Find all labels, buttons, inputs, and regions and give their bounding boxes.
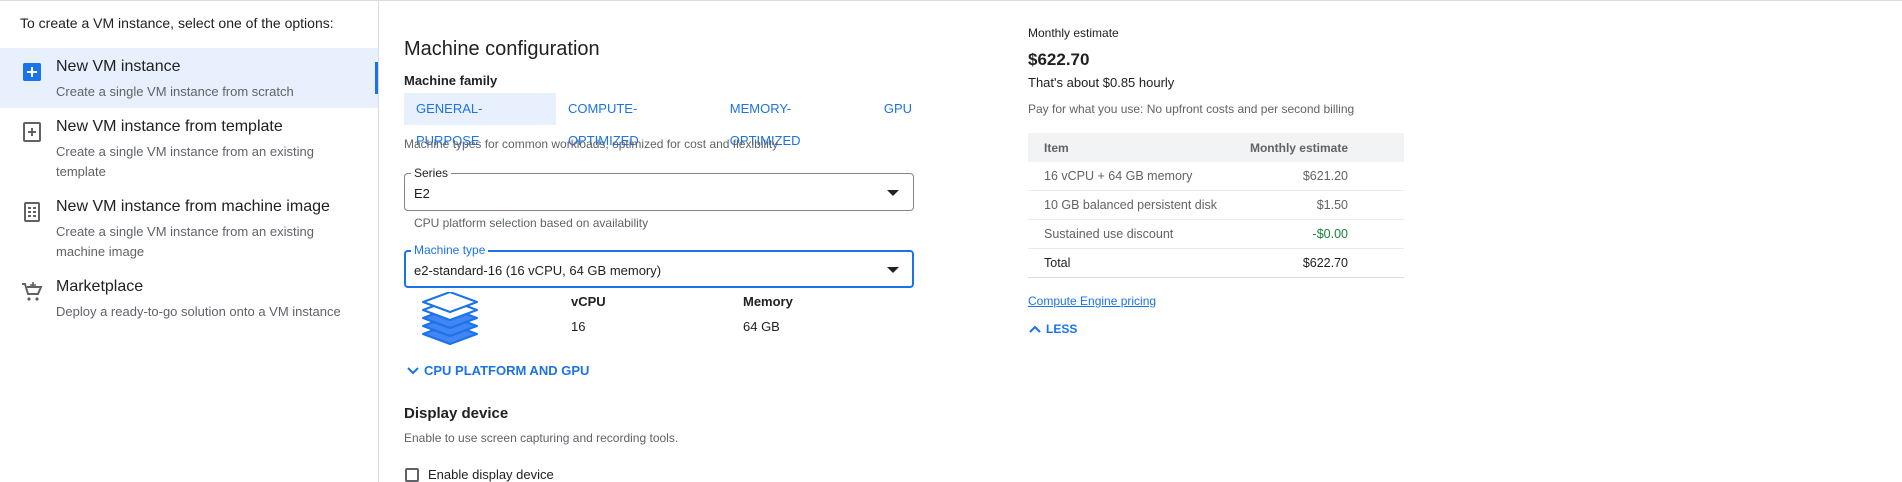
estimate-note: Pay for what you use: No upfront costs a… <box>1028 102 1355 116</box>
table-header-row: Item Monthly estimate <box>1028 133 1404 162</box>
vcpu-header: vCPU <box>571 294 606 309</box>
enable-display-checkbox[interactable] <box>405 468 419 482</box>
tab-general-purpose[interactable]: GENERAL-PURPOSE <box>404 93 556 148</box>
option-desc: Create a single VM instance from scratch <box>56 84 294 99</box>
machine-configuration-section: Machine configuration Machine family GEN… <box>404 0 924 482</box>
machine-type-value: e2-standard-16 (16 vCPU, 64 GB memory) <box>414 263 662 278</box>
series-select[interactable]: Series E2 <box>404 166 914 211</box>
machine-image-icon <box>24 202 40 222</box>
series-value: E2 <box>414 186 430 201</box>
option-title: Marketplace <box>56 278 144 295</box>
chevron-up-icon <box>1029 325 1041 333</box>
machine-stack-icon <box>422 292 478 345</box>
enable-display-label[interactable]: Enable display device <box>428 467 554 482</box>
vcpu-value: 16 <box>571 319 586 334</box>
monthly-estimate-panel: Monthly estimate $622.70 That's about $0… <box>1028 0 1404 482</box>
estimate-title: Monthly estimate <box>1028 26 1119 40</box>
estimate-price: $622.70 <box>1028 50 1090 69</box>
option-desc: Create a single VM instance from an exis… <box>56 144 314 179</box>
machine-type-select[interactable]: Machine type e2-standard-16 (16 vCPU, 64… <box>404 243 914 288</box>
option-marketplace[interactable]: Marketplace Deploy a ready-to-go solutio… <box>0 268 378 328</box>
machine-family-tabs: GENERAL-PURPOSE COMPUTE-OPTIMIZED MEMORY… <box>404 93 924 148</box>
option-title: New VM instance <box>56 58 181 75</box>
row-item: 10 GB balanced persistent disk <box>1028 190 1234 220</box>
machine-family-label: Machine family <box>404 73 498 88</box>
less-button[interactable]: LESS <box>1028 322 1077 336</box>
dropdown-arrow-icon <box>887 190 899 196</box>
tab-gpu[interactable]: GPU <box>872 93 924 125</box>
table-row: 16 vCPU + 64 GB memory $621.20 <box>1028 162 1404 191</box>
display-device-heading: Display device <box>404 405 509 422</box>
option-title: New VM instance from machine image <box>56 198 330 215</box>
series-label: Series <box>411 166 452 180</box>
tab-memory-optimized[interactable]: MEMORY-OPTIMIZED <box>718 93 872 148</box>
machine-type-label: Machine type <box>411 243 489 257</box>
row-item: 16 vCPU + 64 GB memory <box>1028 162 1234 191</box>
section-title: Machine configuration <box>404 38 600 60</box>
estimate-hourly: That's about $0.85 hourly <box>1028 75 1175 90</box>
row-item: Sustained use discount <box>1028 219 1234 249</box>
table-row: 10 GB balanced persistent disk $1.50 <box>1028 190 1404 220</box>
option-desc: Create a single VM instance from an exis… <box>56 224 314 259</box>
creation-options-sidebar: To create a VM instance, select one of t… <box>0 0 379 482</box>
cpu-platform-gpu-label: CPU PLATFORM AND GPU <box>424 363 590 378</box>
total-row: Total $622.70 <box>1028 248 1404 278</box>
template-add-icon <box>23 122 41 142</box>
cart-icon <box>22 282 43 301</box>
display-device-desc: Enable to use screen capturing and recor… <box>404 431 679 445</box>
option-from-template[interactable]: New VM instance from template Create a s… <box>0 108 378 188</box>
estimate-table: Item Monthly estimate 16 vCPU + 64 GB me… <box>1028 133 1404 278</box>
series-helper-text: CPU platform selection based on availabi… <box>414 216 649 230</box>
selected-indicator <box>375 62 378 94</box>
memory-value: 64 GB <box>743 319 780 334</box>
row-cost: -$0.00 <box>1233 219 1404 249</box>
add-box-icon <box>23 63 41 81</box>
dropdown-arrow-icon <box>887 267 899 273</box>
sidebar-intro: To create a VM instance, select one of t… <box>20 15 334 31</box>
tab-compute-optimized[interactable]: COMPUTE-OPTIMIZED <box>556 93 718 148</box>
memory-header: Memory <box>743 294 793 309</box>
option-title: New VM instance from template <box>56 118 283 135</box>
option-from-machine-image[interactable]: New VM instance from machine image Creat… <box>0 188 378 268</box>
chevron-down-icon <box>407 366 419 374</box>
option-desc: Deploy a ready-to-go solution onto a VM … <box>56 304 341 319</box>
row-cost: $621.20 <box>1233 162 1404 191</box>
col-monthly-estimate: Monthly estimate <box>1233 133 1404 162</box>
cpu-platform-gpu-button[interactable]: CPU PLATFORM AND GPU <box>406 363 589 378</box>
machine-family-desc: Machine types for common workloads, opti… <box>404 137 779 151</box>
col-item: Item <box>1028 133 1234 162</box>
option-new-vm-instance[interactable]: New VM instance Create a single VM insta… <box>0 48 378 108</box>
table-row: Sustained use discount -$0.00 <box>1028 219 1404 249</box>
row-cost: $1.50 <box>1233 190 1404 220</box>
total-value: $622.70 <box>1233 248 1404 278</box>
less-label: LESS <box>1046 322 1078 336</box>
compute-engine-pricing-link[interactable]: Compute Engine pricing <box>1028 294 1156 308</box>
total-label: Total <box>1028 248 1234 278</box>
